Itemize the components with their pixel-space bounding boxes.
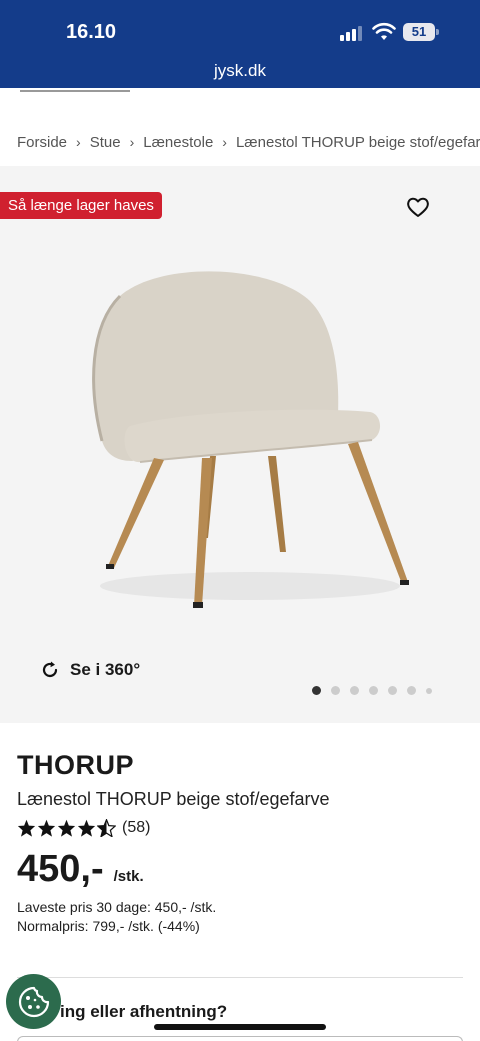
rotate-360-icon	[42, 661, 58, 678]
product-name: Lænestol THORUP beige stof/egefarve	[17, 789, 330, 809]
lowest-price-30-days: Laveste pris 30 dage: 450,- /stk.	[17, 899, 217, 915]
divider	[17, 977, 463, 978]
star-icon	[37, 819, 56, 837]
price-unit: /stk.	[113, 868, 144, 885]
cookie-settings-button[interactable]	[6, 974, 61, 1029]
gallery-dot[interactable]	[350, 686, 359, 695]
star-icon	[77, 819, 96, 837]
chevron-right-icon: ›	[222, 134, 227, 150]
delivery-option-box[interactable]	[17, 1036, 463, 1041]
breadcrumb-forside[interactable]: Forside	[17, 134, 67, 151]
chevron-right-icon: ›	[76, 134, 81, 150]
home-indicator	[154, 1024, 326, 1030]
product-rating[interactable]: (58)	[17, 819, 150, 837]
view-360-button[interactable]: Se i 360°	[40, 660, 140, 680]
chevron-right-icon: ›	[129, 134, 135, 150]
view-360-label: Se i 360°	[70, 660, 141, 679]
normal-price: Normalpris: 799,- /stk. (-44%)	[17, 918, 200, 934]
status-bar: 16.10 51 jysk.dk	[0, 0, 480, 88]
cellular-icon	[340, 25, 362, 41]
star-icon	[57, 819, 76, 837]
price-row: 450,- /stk.	[17, 848, 144, 891]
rating-count: (58)	[122, 819, 151, 836]
gallery-dot[interactable]	[426, 687, 432, 694]
gallery-dot[interactable]	[407, 686, 416, 695]
delivery-heading[interactable]: ing eller afhentning?	[60, 1002, 227, 1022]
breadcrumb: Forside › Stue › Lænestole › Lænestol TH…	[17, 131, 480, 153]
star-half-icon	[97, 819, 116, 837]
price-details: Laveste pris 30 dage: 450,- /stk. Normal…	[17, 898, 216, 936]
heart-icon[interactable]	[406, 196, 430, 218]
stock-badge: Så længe lager haves	[0, 192, 162, 219]
gallery-dot[interactable]	[312, 686, 321, 695]
product-image	[92, 271, 409, 608]
product-brand: THORUP	[17, 750, 134, 780]
gallery-dot[interactable]	[331, 686, 340, 695]
breadcrumb-stue[interactable]: Stue	[90, 134, 121, 151]
battery-indicator: 51	[403, 23, 435, 41]
product-price: 450,-	[17, 848, 104, 890]
rating-stars	[17, 819, 116, 837]
address-bar[interactable]: jysk.dk	[0, 61, 480, 81]
gallery-dot[interactable]	[388, 686, 397, 695]
product-gallery[interactable]: Så længe lager haves Se i 360°	[0, 166, 480, 723]
breadcrumb-laenestole[interactable]: Lænestole	[143, 134, 213, 151]
breadcrumb-current[interactable]: Lænestol THORUP beige stof/egefarve	[236, 134, 480, 151]
star-icon	[17, 819, 36, 837]
battery-nub	[436, 29, 439, 35]
cut-off-nav	[0, 88, 480, 94]
gallery-dot[interactable]	[369, 686, 378, 695]
gallery-pagination	[312, 686, 432, 695]
cookie-icon	[18, 986, 49, 1017]
status-time: 16.10	[66, 21, 117, 43]
wifi-icon	[372, 22, 396, 40]
